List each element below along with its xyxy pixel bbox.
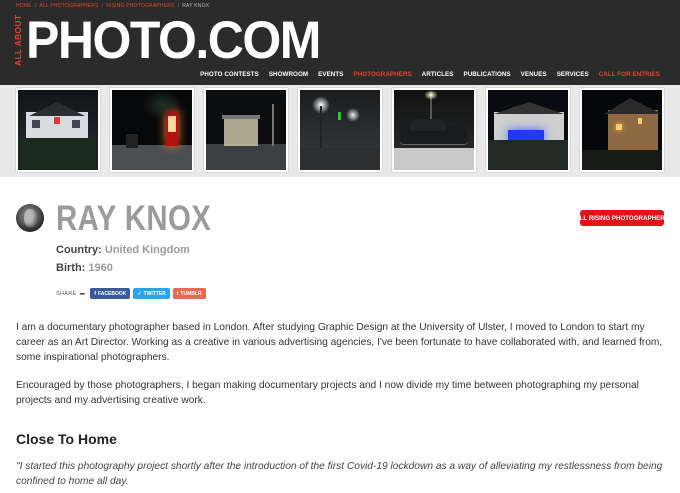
share-label: SHARE	[56, 290, 77, 297]
main-nav: PHOTO CONTESTS SHOWROOM EVENTS PHOTOGRAP…	[200, 71, 660, 78]
country-label: Country:	[56, 244, 102, 256]
nav-publications[interactable]: PUBLICATIONS	[464, 71, 511, 78]
nav-showroom[interactable]: SHOWROOM	[269, 71, 308, 78]
breadcrumb-all-photographers[interactable]: ALL PHOTOGRAPHERS	[39, 3, 98, 9]
share-facebook-button[interactable]: f FACEBOOK	[90, 288, 131, 299]
photographer-avatar	[16, 204, 44, 232]
nav-venues[interactable]: VENUES	[521, 71, 547, 78]
logo-tagline[interactable]: ALL ABOUT	[13, 14, 27, 66]
nav-photo-contests[interactable]: PHOTO CONTESTS	[200, 71, 259, 78]
share-bar: SHARE ➦ f FACEBOOK ✓ TWITTER t TUMBLR	[56, 288, 206, 299]
site-header: HOME / ALL PHOTOGRAPHERS / RISING PHOTOGRAPH…	[0, 0, 680, 85]
birth-row: Birth: 1960	[56, 262, 113, 274]
share-tumblr-label: TUMBLR	[180, 290, 202, 297]
birth-label: Birth:	[56, 262, 86, 274]
bio-paragraph-1: I am a documentary photographer based in…	[16, 322, 663, 363]
share-tumblr-button[interactable]: t TUMBLR	[172, 288, 206, 299]
nav-photographers[interactable]: PHOTOGRAPHERS	[353, 71, 411, 78]
nav-events[interactable]: EVENTS	[318, 71, 343, 78]
thumbnail-6[interactable]	[486, 88, 570, 172]
nav-articles[interactable]: ARTICLES	[422, 71, 454, 78]
thumbnail-5[interactable]	[392, 88, 476, 172]
breadcrumb-rising-photographers[interactable]: RISING PHOTOGRAPHERS	[106, 3, 174, 9]
thumbnail-3[interactable]	[204, 88, 288, 172]
tumblr-icon: t	[176, 290, 179, 297]
nav-services[interactable]: SERVICES	[557, 71, 589, 78]
share-arrow-icon: ➦	[79, 290, 86, 298]
breadcrumb: HOME / ALL PHOTOGRAPHERS / RISING PHOTOGRAPH…	[16, 3, 210, 9]
thumbnail-7[interactable]	[580, 88, 664, 172]
facebook-icon: f	[94, 290, 96, 297]
project-quote: "I started this photography project shor…	[16, 461, 663, 487]
thumbnail-4[interactable]	[298, 88, 382, 172]
country-row: Country: United Kingdom	[56, 244, 190, 256]
section-title: Close To Home	[16, 431, 117, 447]
share-twitter-button[interactable]: ✓ TWITTER	[133, 288, 170, 299]
photo-strip	[0, 85, 680, 177]
country-value: United Kingdom	[104, 244, 190, 256]
breadcrumb-current: RAY KNOX	[182, 3, 210, 9]
share-twitter-label: TWITTER	[143, 290, 166, 297]
all-rising-photographers-button[interactable]: ALL RISING PHOTOGRAPHERS	[575, 210, 669, 226]
thumbnail-1[interactable]	[16, 88, 100, 172]
thumbnail-2[interactable]	[110, 88, 194, 172]
share-facebook-label: FACEBOOK	[98, 290, 127, 297]
site-logo[interactable]: PHOTO.COM	[26, 13, 321, 68]
twitter-icon: ✓	[137, 290, 142, 297]
logo-tagline-text: ALL ABOUT	[13, 14, 23, 66]
birth-value: 1960	[88, 262, 113, 274]
breadcrumb-home[interactable]: HOME	[16, 3, 32, 9]
bio-paragraph-2: Encouraged by those photographers, I beg…	[16, 380, 639, 406]
nav-call-for-entries[interactable]: CALL FOR ENTRIES	[599, 71, 660, 78]
photographer-name: RAY KNOX	[56, 199, 212, 238]
